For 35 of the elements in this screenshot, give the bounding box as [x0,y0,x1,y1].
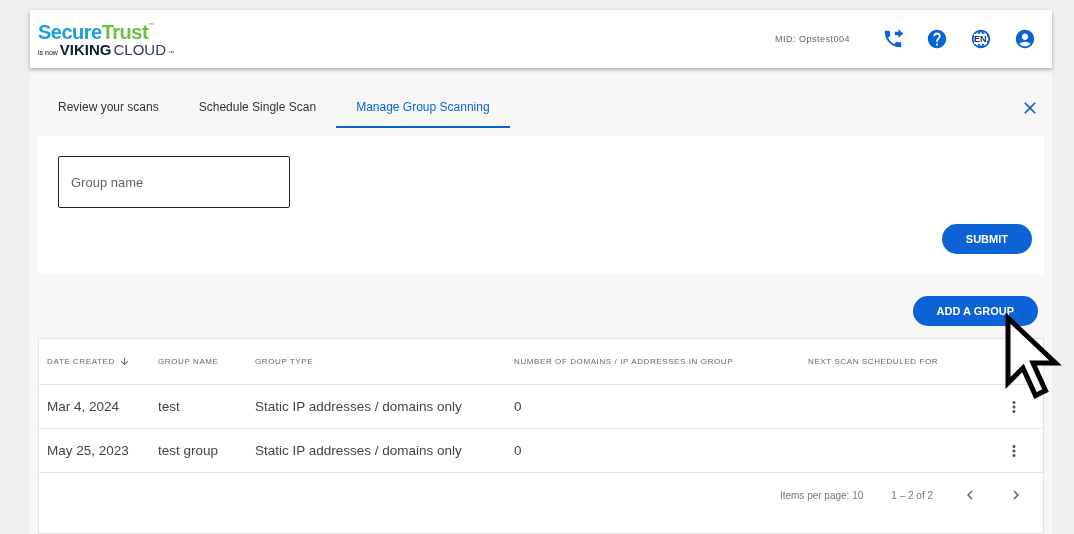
table-cell: Static IP addresses / domains only [255,399,462,414]
phone-icon[interactable] [882,28,904,50]
group-name-field[interactable]: Group name [58,156,290,208]
add-group-button[interactable]: ADD A GROUP [912,296,1038,326]
column-label: NEXT SCAN SCHEDULED FOR [808,357,939,366]
column-header[interactable]: NUMBER OF DOMAINS / IP ADDRESSES IN GROUP [506,339,800,385]
submit-button[interactable]: SUBMIT [941,224,1032,254]
column-label: NUMBER OF DOMAINS / IP ADDRESSES IN GROUP [514,357,734,366]
column-label: GROUP NAME [158,357,219,366]
tab[interactable]: Review your scans [38,88,179,128]
table-cell: test [158,399,180,414]
tab[interactable]: Manage Group Scanning [336,88,510,128]
table-cell: Mar 4, 2024 [47,399,120,414]
account-icon[interactable] [1014,28,1036,50]
column-header[interactable]: NEXT SCAN SCHEDULED FOR [800,339,997,385]
table-cell: May 25, 2023 [47,443,129,458]
column-header[interactable]: GROUP TYPE [247,339,506,385]
column-label: DATE CREATED [47,357,115,366]
page-range: 1 – 2 of 2 [891,489,933,501]
table-cell: 0 [514,443,522,458]
column-label: GROUP TYPE [255,357,314,366]
tab[interactable]: Schedule Single Scan [178,88,337,128]
table-cell: Static IP addresses / domains only [255,443,462,458]
column-header[interactable]: GROUP NAME [150,339,247,385]
logo-text: Trust [101,21,149,42]
logo-text: Secure [38,21,102,42]
language-button[interactable]: EN [970,28,992,50]
help-icon[interactable] [926,28,948,50]
table-cell: 0 [514,399,522,414]
items-per-page: Items per page: 10 [779,489,864,501]
logo-text: CLOUD [113,41,167,57]
logo-text: VIKING [59,41,112,57]
merchant-id: MID: Opstest004 [774,34,850,44]
column-header[interactable]: DATE CREATED [39,339,150,385]
table-cell: test group [158,443,219,458]
